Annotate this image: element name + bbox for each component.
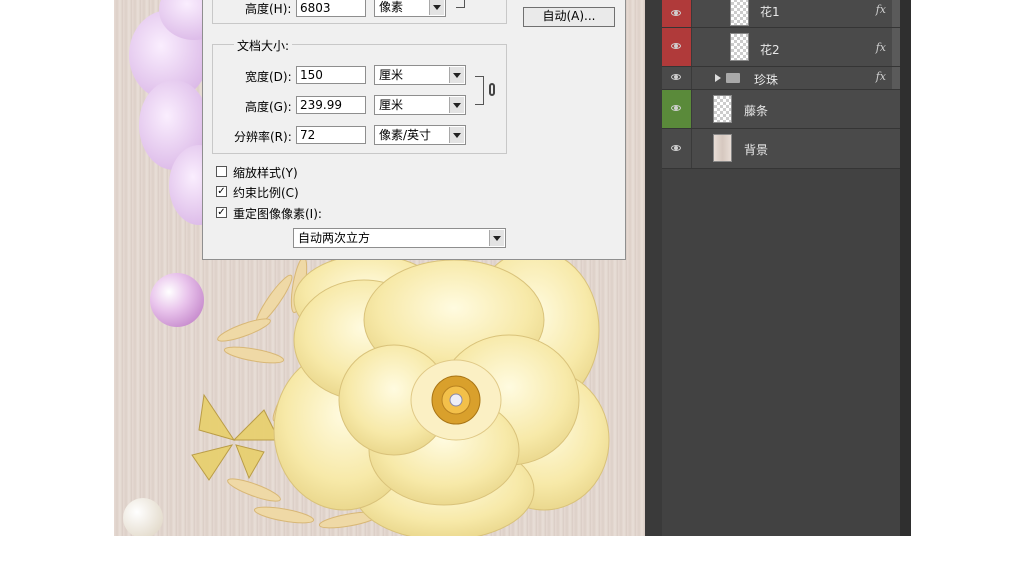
layer-row-flower2[interactable]: 花2 fx xyxy=(662,28,900,67)
visibility-toggle[interactable] xyxy=(662,28,692,66)
scrollbar[interactable] xyxy=(892,0,900,27)
resample-checkbox[interactable]: ✓ xyxy=(216,207,227,218)
doc-height-label: 高度(G): xyxy=(245,100,292,114)
layer-row-vine[interactable]: 藤条 xyxy=(662,90,900,129)
layer-thumbnail xyxy=(730,0,749,26)
check-icon: ✓ xyxy=(217,186,226,197)
layer-row-background[interactable]: 背景 xyxy=(662,129,900,169)
fx-icon[interactable]: fx xyxy=(876,41,886,54)
layer-name: 珍珠 xyxy=(754,73,779,87)
layer-thumbnail xyxy=(713,95,732,123)
layers-panel: 花1 fx 花2 fx 珍珠 fx 藤条 背景 xyxy=(645,0,911,536)
scale-styles-checkbox[interactable] xyxy=(216,166,227,177)
doc-width-unit-select[interactable]: 厘米 xyxy=(374,65,466,85)
panel-gutter xyxy=(645,0,662,536)
chain-link-icon xyxy=(489,83,495,96)
pixel-dimensions-group xyxy=(212,0,507,24)
visibility-toggle[interactable] xyxy=(662,90,692,128)
scrollbar[interactable] xyxy=(892,28,900,66)
layer-name: 背景 xyxy=(744,143,769,157)
panel-edge xyxy=(900,0,911,536)
fx-icon[interactable]: fx xyxy=(876,70,886,83)
doc-width-input[interactable]: 150 xyxy=(296,66,366,84)
constrain-proportions-label: 约束比例(C) xyxy=(233,186,299,200)
doc-height-input[interactable]: 239.99 xyxy=(296,96,366,114)
fx-icon[interactable]: fx xyxy=(876,3,886,16)
layer-row-flower1[interactable]: 花1 fx xyxy=(662,0,900,28)
visibility-toggle[interactable] xyxy=(662,129,692,168)
layer-name: 花1 xyxy=(760,5,780,19)
constrain-proportions-checkbox[interactable]: ✓ xyxy=(216,186,227,197)
auto-button[interactable]: 自动(A)... xyxy=(523,7,615,27)
doc-width-label: 宽度(D): xyxy=(245,70,292,84)
doc-width-unit-value: 厘米 xyxy=(379,68,404,82)
eye-icon xyxy=(671,144,681,151)
folder-icon xyxy=(726,73,740,83)
eye-icon xyxy=(671,9,681,16)
resolution-unit-select[interactable]: 像素/英寸 xyxy=(374,125,466,145)
chevron-down-icon xyxy=(449,127,464,143)
layer-row-pearl-group[interactable]: 珍珠 fx xyxy=(662,67,900,90)
scrollbar[interactable] xyxy=(892,67,900,89)
document-size-title: 文档大小: xyxy=(234,37,293,54)
resample-method-value: 自动两次立方 xyxy=(298,231,371,245)
layer-name: 花2 xyxy=(760,43,780,57)
layer-name: 藤条 xyxy=(744,104,769,118)
eye-icon xyxy=(671,74,681,80)
visibility-toggle[interactable] xyxy=(662,0,692,27)
eye-icon xyxy=(671,105,681,111)
eye-icon xyxy=(671,43,681,49)
image-size-dialog: 高度(H): 6803 像素 自动(A)... 文档大小: 宽度(D): 150… xyxy=(202,0,626,260)
resample-method-select[interactable]: 自动两次立方 xyxy=(293,228,506,248)
resolution-label: 分辨率(R): xyxy=(234,130,292,144)
chevron-down-icon xyxy=(449,67,464,83)
visibility-toggle[interactable] xyxy=(662,67,692,89)
resolution-input[interactable]: 72 xyxy=(296,126,366,144)
resolution-unit-value: 像素/英寸 xyxy=(379,128,432,142)
chevron-down-icon xyxy=(489,230,504,246)
doc-height-unit-value: 厘米 xyxy=(379,98,404,112)
expand-arrow-icon[interactable] xyxy=(715,74,721,82)
check-icon: ✓ xyxy=(217,207,226,218)
constrain-link-bracket xyxy=(475,76,484,105)
resample-label: 重定图像像素(I): xyxy=(233,207,322,221)
scale-styles-label: 缩放样式(Y) xyxy=(233,166,298,180)
layer-thumbnail xyxy=(730,33,749,61)
layer-thumbnail xyxy=(713,134,732,162)
chevron-down-icon xyxy=(449,97,464,113)
doc-height-unit-select[interactable]: 厘米 xyxy=(374,95,466,115)
